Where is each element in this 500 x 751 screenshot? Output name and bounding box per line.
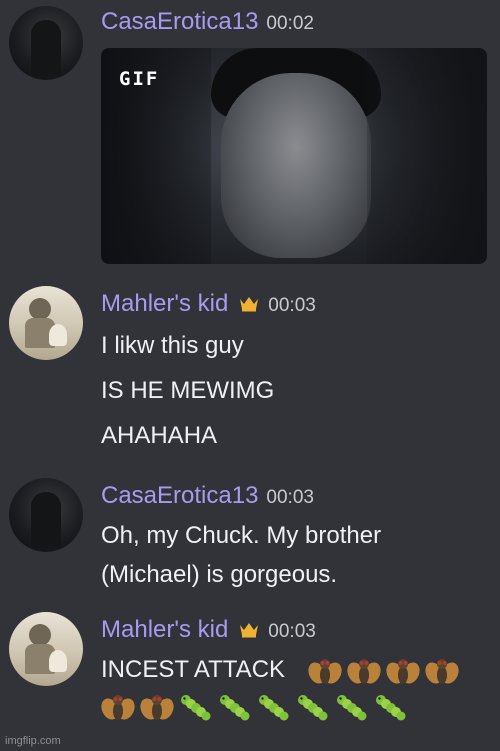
watermark: imgflip.com bbox=[5, 735, 61, 747]
message-text: Oh, my Chuck. My brother bbox=[101, 522, 382, 549]
author-name[interactable]: Mahler's kid bbox=[101, 290, 228, 318]
message-header: Mahler's kid 00:03 bbox=[101, 616, 316, 644]
timestamp: 00:02 bbox=[266, 13, 314, 34]
caterpillar-emoji-icon bbox=[218, 692, 252, 722]
fly-emoji-icon bbox=[101, 692, 135, 722]
gif-badge: GIF bbox=[119, 68, 160, 90]
avatar[interactable] bbox=[9, 286, 83, 360]
avatar[interactable] bbox=[9, 612, 83, 686]
message-text: I likw this guy bbox=[101, 332, 244, 359]
caterpillar-emoji-icon bbox=[374, 692, 408, 722]
avatar[interactable] bbox=[9, 478, 83, 552]
author-name[interactable]: Mahler's kid bbox=[101, 616, 228, 644]
crown-icon bbox=[240, 297, 259, 312]
caterpillar-emoji-icon bbox=[335, 692, 369, 722]
fly-emoji-icon bbox=[425, 656, 459, 686]
timestamp: 00:03 bbox=[266, 487, 314, 508]
timestamp: 00:03 bbox=[268, 295, 316, 316]
gif-attachment[interactable]: GIF bbox=[101, 48, 487, 264]
message-text: INCEST ATTACK bbox=[101, 656, 286, 683]
message-text: AHAHAHA bbox=[101, 422, 218, 449]
avatar[interactable] bbox=[9, 6, 83, 80]
emoji-row-2 bbox=[101, 692, 408, 722]
message-header: CasaErotica13 00:03 bbox=[101, 482, 314, 510]
fly-emoji-icon bbox=[386, 656, 420, 686]
message-header: Mahler's kid 00:03 bbox=[101, 290, 316, 318]
caterpillar-emoji-icon bbox=[296, 692, 330, 722]
fly-emoji-icon bbox=[308, 656, 342, 686]
message-text: (Michael) is gorgeous. bbox=[101, 561, 338, 588]
author-name[interactable]: CasaErotica13 bbox=[101, 8, 258, 36]
message-header: CasaErotica13 00:02 bbox=[101, 8, 314, 36]
fly-emoji-icon bbox=[140, 692, 174, 722]
timestamp: 00:03 bbox=[268, 621, 316, 642]
crown-icon bbox=[240, 623, 259, 638]
caterpillar-emoji-icon bbox=[257, 692, 291, 722]
emoji-row-1 bbox=[308, 656, 459, 686]
fly-emoji-icon bbox=[347, 656, 381, 686]
message-text: IS HE MEWIMG bbox=[101, 377, 275, 404]
author-name[interactable]: CasaErotica13 bbox=[101, 482, 258, 510]
caterpillar-emoji-icon bbox=[179, 692, 213, 722]
